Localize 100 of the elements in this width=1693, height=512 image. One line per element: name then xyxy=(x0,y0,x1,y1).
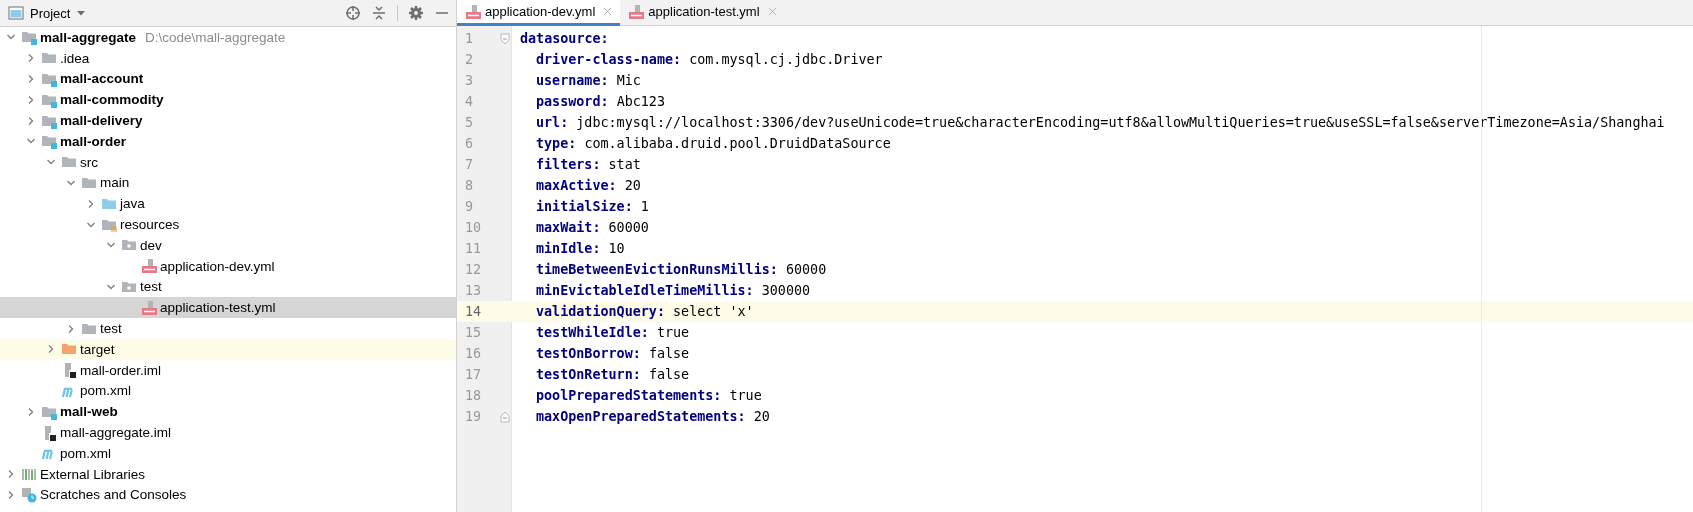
collapse-all-icon[interactable] xyxy=(371,5,387,21)
line-number: 14 xyxy=(464,304,483,319)
yaml-value: false xyxy=(648,367,690,382)
line-number: 8 xyxy=(464,178,475,193)
tree-item[interactable]: dev xyxy=(0,234,456,256)
tree-item[interactable]: .idea xyxy=(0,47,456,69)
project-view-icon xyxy=(8,5,24,21)
yaml-value: com.mysql.cj.jdbc.Driver xyxy=(689,52,883,67)
line-number: 18 xyxy=(464,388,483,403)
project-view-label[interactable]: Project xyxy=(30,5,71,21)
scratch-file-clock-icon xyxy=(21,486,37,503)
yaml-file-icon xyxy=(141,258,157,275)
tree-item[interactable]: External Libraries xyxy=(0,463,456,485)
yaml-key: url: xyxy=(536,115,569,130)
line-number: 12 xyxy=(464,262,483,277)
tree-item[interactable]: pom.xml xyxy=(0,380,456,402)
module-path: D:\code\mall-aggregate xyxy=(145,29,286,45)
yaml-key: password: xyxy=(536,94,609,109)
yaml-value: false xyxy=(648,346,690,361)
tree-item[interactable]: mall-aggregate D:\code\mall-aggregate xyxy=(0,27,456,48)
tree-item[interactable]: application-dev.yml xyxy=(0,255,456,277)
line-number: 17 xyxy=(464,367,483,382)
tree-item[interactable]: mall-delivery xyxy=(0,110,456,131)
tree-item[interactable]: Scratches and Consoles xyxy=(0,484,456,506)
tree-item[interactable]: main xyxy=(0,172,456,194)
yaml-value: 10 xyxy=(608,241,625,256)
module-folder-icon xyxy=(41,71,57,87)
tree-item[interactable]: pom.xml xyxy=(0,442,456,464)
tree-item[interactable]: mall-account xyxy=(0,68,456,90)
chevron-right-icon[interactable] xyxy=(26,53,36,64)
yaml-key: filters: xyxy=(536,157,601,172)
editor-tab[interactable]: application-test.yml xyxy=(620,0,785,26)
line-number: 13 xyxy=(464,283,483,298)
yaml-value: jdbc:mysql://localhost:3306/dev?useUnicode=true&characterEncoding=utf8&allowMultiQueries=true&useSSL=false&serverTimezone=Asia/Shanghai xyxy=(576,115,1665,130)
yaml-value: 20 xyxy=(753,409,770,424)
yaml-key: testOnBorrow: xyxy=(536,346,641,361)
tree-item[interactable]: mall-order.iml xyxy=(0,359,456,381)
close-icon[interactable] xyxy=(767,7,777,16)
chevron-right-icon[interactable] xyxy=(46,344,56,355)
chevron-right-icon[interactable] xyxy=(26,94,36,105)
chevron-right-icon[interactable] xyxy=(26,115,36,126)
tree-item[interactable]: mall-aggregate.iml xyxy=(0,422,456,443)
line-number: 1 xyxy=(464,31,475,46)
tree-item[interactable]: mall-commodity xyxy=(0,89,456,111)
tree-item[interactable]: test xyxy=(0,318,456,339)
fold-marker-icon[interactable] xyxy=(499,32,510,45)
yaml-key: datasource: xyxy=(520,31,609,46)
yaml-value: Mic xyxy=(616,73,641,88)
line-number: 2 xyxy=(464,52,475,67)
chevron-right-icon[interactable] xyxy=(6,469,16,480)
tree-item[interactable]: mall-web xyxy=(0,401,456,423)
yaml-value: com.alibaba.druid.pool.DruidDataSource xyxy=(584,136,891,151)
module-folder-icon xyxy=(21,29,37,46)
line-number: 3 xyxy=(464,73,475,88)
yaml-value: 60000 xyxy=(608,220,649,235)
chevron-right-icon[interactable] xyxy=(26,74,36,84)
line-number: 16 xyxy=(464,346,483,361)
fold-marker-icon[interactable] xyxy=(499,410,510,423)
line-number: 5 xyxy=(464,115,475,130)
line-number: 10 xyxy=(464,220,483,235)
yaml-value: stat xyxy=(608,157,641,172)
yaml-key: username: xyxy=(536,73,609,88)
yaml-value: true xyxy=(656,325,690,340)
settings-icon[interactable] xyxy=(408,5,424,21)
yaml-value: select 'x' xyxy=(673,304,754,319)
yaml-key: timeBetweenEvictionRunsMillis: xyxy=(536,262,778,277)
editor-tab[interactable]: application-dev.yml xyxy=(457,0,621,26)
dropdown-caret-icon[interactable] xyxy=(76,10,87,16)
line-number: 15 xyxy=(464,325,483,340)
yaml-key: testWhileIdle: xyxy=(536,325,649,340)
tree-item[interactable]: resources xyxy=(0,214,456,235)
yaml-key: maxWait: xyxy=(536,220,601,235)
tree-item[interactable]: test xyxy=(0,276,456,298)
yaml-value: true xyxy=(729,388,762,403)
yaml-file-icon xyxy=(141,299,157,316)
yaml-value: 1 xyxy=(640,199,649,214)
tree-item[interactable]: src xyxy=(0,151,456,173)
line-number: 4 xyxy=(464,94,475,109)
yaml-key: type: xyxy=(536,136,577,151)
module-folder-icon xyxy=(41,133,57,150)
chevron-right-icon[interactable] xyxy=(6,489,16,500)
tree-item[interactable]: mall-order xyxy=(0,131,456,152)
locate-crosshair-icon[interactable] xyxy=(345,5,361,21)
close-icon[interactable] xyxy=(603,7,613,16)
tree-item[interactable]: application-test.yml xyxy=(0,297,456,319)
chevron-right-icon[interactable] xyxy=(26,406,36,417)
yaml-key: maxActive: xyxy=(536,178,617,193)
line-number: 9 xyxy=(464,199,475,214)
chevron-right-icon[interactable] xyxy=(86,198,96,209)
yaml-value: Abc123 xyxy=(616,94,665,109)
yaml-key: maxOpenPreparedStatements: xyxy=(536,409,746,424)
yaml-file-icon xyxy=(628,3,645,20)
line-number: 11 xyxy=(464,241,483,256)
tree-item[interactable]: target xyxy=(0,338,456,360)
yaml-value: 300000 xyxy=(761,283,811,298)
yaml-key: initialSize: xyxy=(536,199,633,214)
yaml-value: 20 xyxy=(624,178,641,193)
tree-item[interactable]: java xyxy=(0,193,456,215)
chevron-right-icon[interactable] xyxy=(66,323,76,334)
line-number: 6 xyxy=(464,136,475,151)
